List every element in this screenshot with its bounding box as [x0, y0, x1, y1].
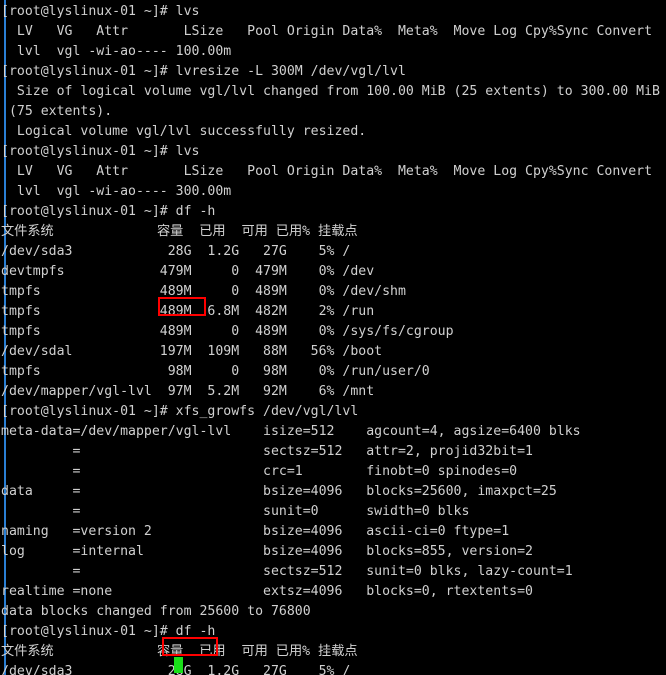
terminal-line: tmpfs 489M 0 489M 0% /dev/shm — [1, 284, 406, 299]
terminal-line: (75 extents). — [1, 104, 113, 119]
terminal-line: tmpfs 489M 6.8M 482M 2% /run — [1, 304, 375, 319]
terminal-window[interactable]: [root@lyslinux-01 ~]# lvs LV VG Attr LSi… — [0, 0, 666, 675]
terminal-line: devtmpfs 479M 0 479M 0% /dev — [1, 264, 375, 279]
terminal-line: [root@lyslinux-01 ~]# lvs — [1, 4, 200, 19]
terminal-line: = sunit=0 swidth=0 blks — [1, 504, 470, 519]
terminal-line: lvl vgl -wi-ao---- 100.00m — [1, 44, 232, 59]
terminal-screen[interactable]: [root@lyslinux-01 ~]# lvs LV VG Attr LSi… — [0, 2, 666, 675]
terminal-line: [root@lyslinux-01 ~]# lvs — [1, 144, 200, 159]
terminal-line: realtime =none extsz=4096 blocks=0, rtex… — [1, 584, 533, 599]
terminal-line: tmpfs 489M 0 489M 0% /sys/fs/cgroup — [1, 324, 454, 339]
terminal-line: = sectsz=512 sunit=0 blks, lazy-count=1 — [1, 564, 573, 579]
terminal-line: /dev/sda3 28G 1.2G 27G 5% / — [1, 664, 351, 675]
terminal-line: data blocks changed from 25600 to 76800 — [1, 604, 311, 619]
text-cursor — [174, 657, 183, 673]
terminal-line: data = bsize=4096 blocks=25600, imaxpct=… — [1, 484, 557, 499]
terminal-line: 文件系统 容量 已用 可用 已用% 挂载点 — [1, 644, 358, 659]
terminal-line: [root@lyslinux-01 ~]# xfs_growfs /dev/vg… — [1, 404, 359, 419]
terminal-line: = crc=1 finobt=0 spinodes=0 — [1, 464, 518, 479]
terminal-line: tmpfs 98M 0 98M 0% /run/user/0 — [1, 364, 430, 379]
terminal-line: /dev/sdal 197M 109M 88M 56% /boot — [1, 344, 383, 359]
terminal-line: lvl vgl -wi-ao---- 300.00m — [1, 184, 232, 199]
terminal-line: naming =version 2 bsize=4096 ascii-ci=0 … — [1, 524, 510, 539]
terminal-line: /dev/sda3 28G 1.2G 27G 5% / — [1, 244, 351, 259]
terminal-line: [root@lyslinux-01 ~]# df -h — [1, 204, 216, 219]
terminal-line: LV VG Attr LSize Pool Origin Data% Meta%… — [1, 164, 653, 179]
terminal-line: LV VG Attr LSize Pool Origin Data% Meta%… — [1, 24, 653, 39]
terminal-line: log =internal bsize=4096 blocks=855, ver… — [1, 544, 533, 559]
terminal-line: meta-data=/dev/mapper/vgl-lvl isize=512 … — [1, 424, 581, 439]
terminal-line: /dev/mapper/vgl-lvl 97M 5.2M 92M 6% /mnt — [1, 384, 375, 399]
terminal-line: 文件系统 容量 已用 可用 已用% 挂载点 — [1, 224, 358, 239]
terminal-line: [root@lyslinux-01 ~]# lvresize -L 300M /… — [1, 64, 406, 79]
terminal-line: = sectsz=512 attr=2, projid32bit=1 — [1, 444, 533, 459]
terminal-line: [root@lyslinux-01 ~]# df -h — [1, 624, 216, 639]
terminal-line: Size of logical volume vgl/lvl changed f… — [1, 84, 660, 99]
terminal-line: Logical volume vgl/lvl successfully resi… — [1, 124, 367, 139]
